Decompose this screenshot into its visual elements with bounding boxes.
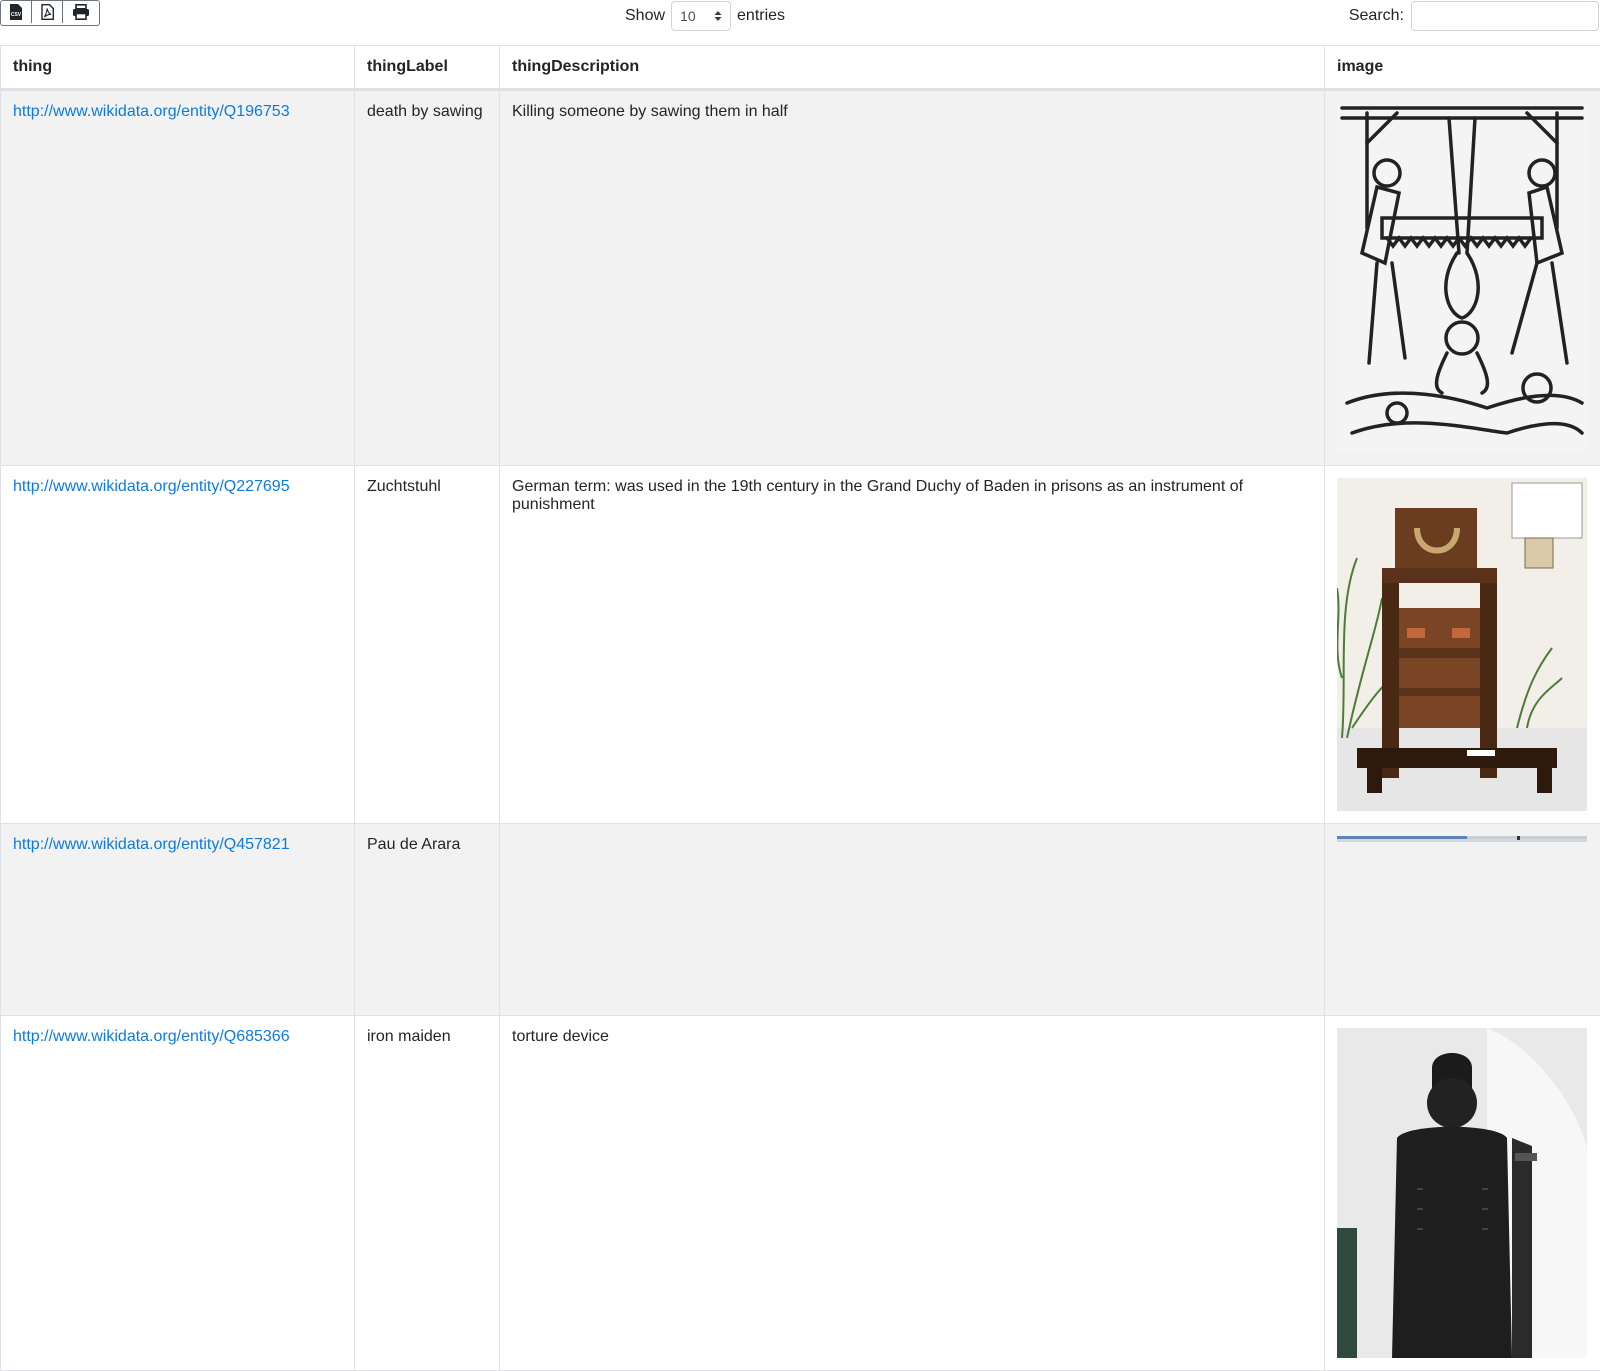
image-cell [1325,1016,1600,1371]
entries-select-value: 10 [680,8,696,24]
sawing-woodcut-image[interactable] [1337,103,1587,453]
thing-cell: http://www.wikidata.org/entity/Q196753 [1,90,355,466]
entity-link[interactable]: http://www.wikidata.org/entity/Q685366 [13,1028,290,1045]
description-cell: Killing someone by sawing them in half [500,90,1325,466]
label-cell: Zuchtstuhl [355,466,500,824]
search-input[interactable] [1411,1,1599,31]
export-toolbar: CSV [0,0,100,26]
csv-export-button[interactable]: CSV [1,1,32,23]
table-header-row: thing thingLabel thingDescription image [1,46,1600,90]
label-cell: iron maiden [355,1016,500,1371]
svg-text:CSV: CSV [11,12,22,18]
label-cell: death by sawing [355,90,500,466]
search-control: Search: [1349,0,1599,32]
pau-de-arara-image[interactable] [1337,836,1587,842]
entries-label: entries [737,7,785,25]
entity-link[interactable]: http://www.wikidata.org/entity/Q196753 [13,103,290,120]
table-row: http://www.wikidata.org/entity/Q227695 Z… [1,466,1600,824]
column-header-thing[interactable]: thing [1,46,355,90]
thing-cell: http://www.wikidata.org/entity/Q685366 [1,1016,355,1371]
pdf-export-button[interactable] [32,1,63,23]
column-header-thinglabel[interactable]: thingLabel [355,46,500,90]
table-row: http://www.wikidata.org/entity/Q685366 i… [1,1016,1600,1371]
table-row: http://www.wikidata.org/entity/Q196753 d… [1,90,1600,466]
entity-link[interactable]: http://www.wikidata.org/entity/Q457821 [13,836,290,853]
sort-arrows-icon [714,10,722,22]
thing-cell: http://www.wikidata.org/entity/Q227695 [1,466,355,824]
entries-length-control: Show 10 entries [625,0,785,32]
description-cell: torture device [500,1016,1325,1371]
results-table: thing thingLabel thingDescription image … [0,45,1600,1371]
print-button[interactable] [63,1,99,23]
description-cell: German term: was used in the 19th centur… [500,466,1325,824]
iron-maiden-image[interactable] [1337,1028,1587,1358]
search-label: Search: [1349,7,1404,25]
csv-file-icon: CSV [9,4,23,20]
description-cell [500,824,1325,1016]
image-cell [1325,466,1600,824]
column-header-thingdescription[interactable]: thingDescription [500,46,1325,90]
printer-icon [72,4,90,20]
entries-select[interactable]: 10 [671,1,731,31]
zuchtstuhl-chair-image[interactable] [1337,478,1587,811]
image-cell [1325,824,1600,1016]
table-row: http://www.wikidata.org/entity/Q457821 P… [1,824,1600,1016]
thing-cell: http://www.wikidata.org/entity/Q457821 [1,824,355,1016]
column-header-image[interactable]: image [1325,46,1600,90]
label-cell: Pau de Arara [355,824,500,1016]
show-label: Show [625,7,665,25]
pdf-file-icon [41,4,54,20]
entity-link[interactable]: http://www.wikidata.org/entity/Q227695 [13,478,290,495]
image-cell [1325,90,1600,466]
